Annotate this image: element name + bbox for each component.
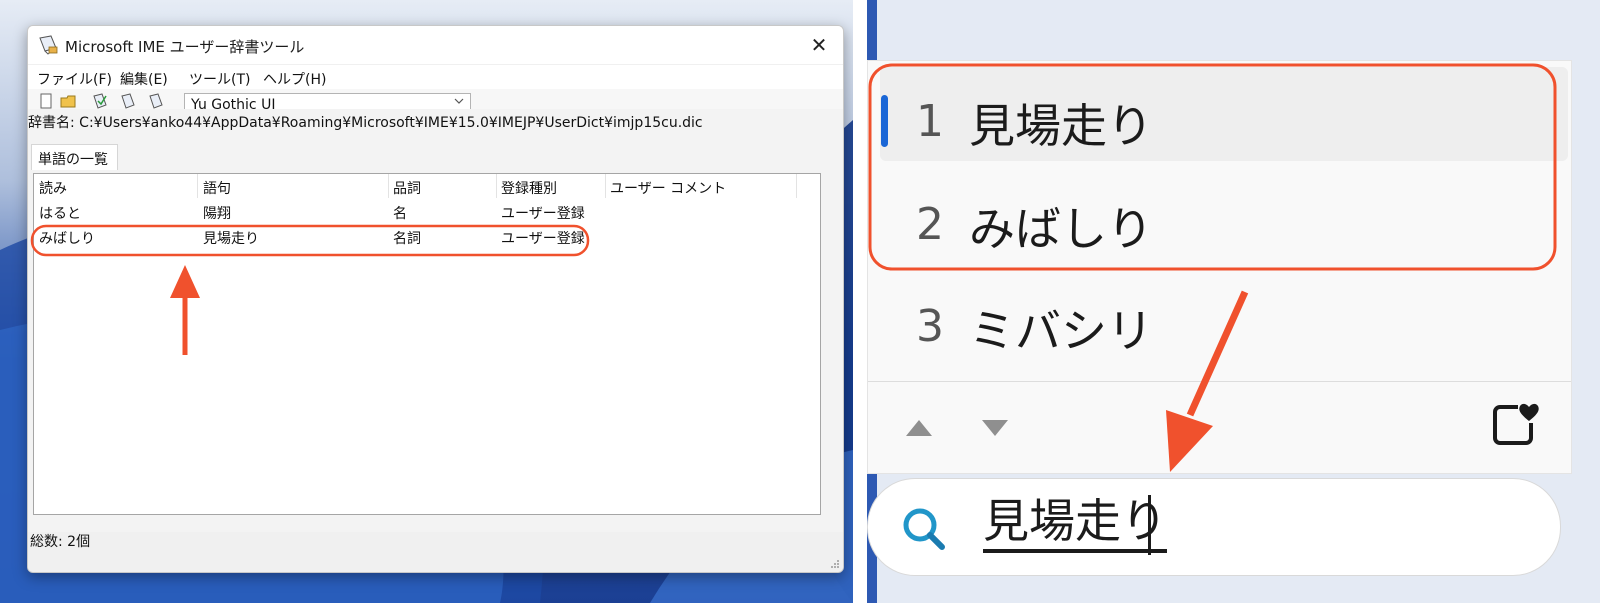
window-title: Microsoft IME ユーザー辞書ツール xyxy=(65,38,305,56)
cell-registration: ユーザー登録 xyxy=(501,206,585,222)
selection-indicator xyxy=(881,95,888,147)
search-icon xyxy=(903,508,945,550)
candidate-text: みばしり xyxy=(969,202,1153,256)
ime-dictionary-window: Microsoft IME ユーザー辞書ツール ✕ ファイル(F) 編集(E) … xyxy=(27,25,844,573)
tab-word-list[interactable]: 単語の一覧 xyxy=(31,144,118,170)
menu-edit[interactable]: 編集(E) xyxy=(120,69,168,89)
text-caret xyxy=(1148,495,1151,555)
candidate-number: 1 xyxy=(916,96,944,147)
candidate-number: 3 xyxy=(916,301,944,352)
candidate-divider xyxy=(868,381,1571,382)
delete-word-icon[interactable] xyxy=(148,93,164,109)
status-word-count: 総数: 2個 xyxy=(30,534,91,550)
column-separator xyxy=(796,174,797,198)
column-reading[interactable]: 読み xyxy=(39,178,67,198)
table-row[interactable]: みばしり 見場走り 名詞 ユーザー登録 xyxy=(34,225,820,249)
column-pos[interactable]: 品詞 xyxy=(393,178,421,198)
column-separator xyxy=(496,174,497,198)
taskbar-search-box[interactable]: 見場走り xyxy=(867,478,1561,576)
cell-reading: みばしり xyxy=(39,231,95,247)
font-select[interactable]: Yu Gothic UI xyxy=(184,93,471,109)
cell-registration: ユーザー登録 xyxy=(501,231,585,247)
font-select-value: Yu Gothic UI xyxy=(191,97,276,109)
favorite-icon[interactable] xyxy=(1492,399,1542,449)
table-row[interactable]: はると 陽翔 名 ユーザー登録 xyxy=(34,200,820,224)
edit-word-icon[interactable] xyxy=(120,93,136,109)
menu-bar: ファイル(F) 編集(E) ツール(T) ヘルプ(H) xyxy=(28,64,843,90)
column-separator xyxy=(605,174,606,198)
close-button[interactable]: ✕ xyxy=(795,26,843,64)
title-bar: Microsoft IME ユーザー辞書ツール ✕ xyxy=(28,26,843,64)
panel-divider xyxy=(853,0,867,603)
column-phrase[interactable]: 語句 xyxy=(203,178,231,198)
page-up-icon[interactable] xyxy=(904,416,934,440)
tab-word-list-label: 単語の一覧 xyxy=(38,152,108,168)
status-bar xyxy=(28,532,843,572)
column-separator xyxy=(388,174,389,198)
cell-phrase: 陽翔 xyxy=(203,206,231,222)
dictionary-app-icon xyxy=(39,35,58,55)
list-header: 読み 語句 品詞 登録種別 ユーザー コメント xyxy=(34,174,820,198)
cell-reading: はると xyxy=(39,206,81,222)
cell-phrase: 見場走り xyxy=(203,231,259,247)
ime-candidate-zoom-panel: 1 見場走り 2 みばしり 3 ミバシリ 見場走り xyxy=(867,0,1600,603)
open-folder-icon[interactable] xyxy=(60,93,76,109)
candidate-window: 1 見場走り 2 みばしり 3 ミバシリ xyxy=(867,60,1572,474)
dictionary-path: 辞書名: C:¥Users¥anko44¥AppData¥Roaming¥Mic… xyxy=(28,115,703,131)
page-down-icon[interactable] xyxy=(980,416,1010,440)
cell-pos: 名 xyxy=(393,206,407,222)
search-input-text[interactable]: 見場走り xyxy=(983,493,1167,553)
menu-file[interactable]: ファイル(F) xyxy=(37,69,112,89)
menu-help[interactable]: ヘルプ(H) xyxy=(263,69,326,89)
close-icon: ✕ xyxy=(810,33,828,57)
resize-grip-icon[interactable] xyxy=(830,559,840,569)
chevron-down-icon xyxy=(454,98,464,104)
desktop-screenshot-panel: Microsoft IME ユーザー辞書ツール ✕ ファイル(F) 編集(E) … xyxy=(0,0,853,603)
new-file-icon[interactable] xyxy=(38,93,54,109)
column-registration[interactable]: 登録種別 xyxy=(501,178,557,198)
word-list: 読み 語句 品詞 登録種別 ユーザー コメント はると 陽翔 名 ユーザー登録 … xyxy=(33,173,821,515)
toolbar: Yu Gothic UI xyxy=(28,89,843,109)
menu-tools[interactable]: ツール(T) xyxy=(189,69,250,89)
column-user-comment[interactable]: ユーザー コメント xyxy=(610,178,726,198)
cell-pos: 名詞 xyxy=(393,231,421,247)
candidate-text: ミバシリ xyxy=(969,304,1153,358)
add-word-icon[interactable] xyxy=(92,93,108,109)
candidate-number: 2 xyxy=(916,199,944,250)
candidate-text: 見場走り xyxy=(969,99,1153,153)
column-separator xyxy=(197,174,198,198)
